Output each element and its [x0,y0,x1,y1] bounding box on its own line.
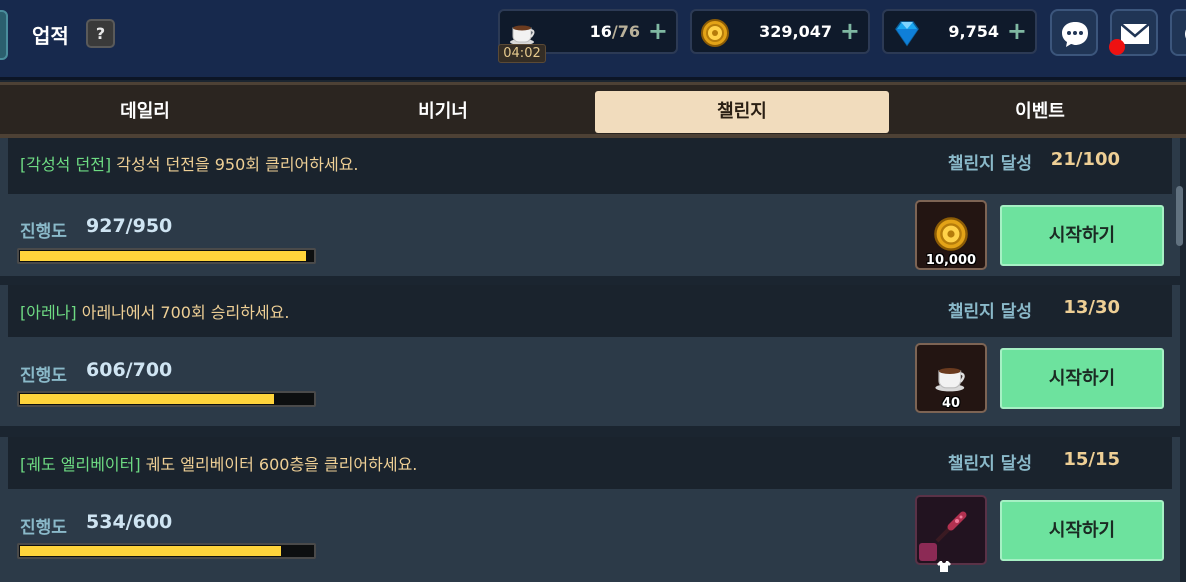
start-button[interactable]: 시작하기 [1000,205,1164,266]
progress-label: 진행도 [20,366,67,386]
list-scrollbar[interactable] [1176,186,1183,246]
progress-fill [20,394,274,404]
progress-label: 진행도 [20,518,67,538]
achievement-count: 21/100 [1050,149,1120,170]
add-gold-button[interactable]: + [840,17,860,45]
achievement-label: 챌린지 달성 [947,454,1032,474]
progress-label: 진행도 [20,222,67,242]
add-stamina-button[interactable]: + [648,17,668,45]
reward-slot[interactable] [915,495,987,572]
tab-beginner[interactable]: 비기너 [297,91,589,133]
progress-bar [17,391,316,407]
progress-fill [20,546,281,556]
gem-counter: 9,754 + [882,9,1037,54]
tab-event[interactable]: 이벤트 [893,91,1186,133]
weapon-club-icon [935,511,967,543]
category-tabs: 데일리 비기너 챌린지 이벤트 [0,82,1186,138]
stamina-timer: 04:02 [498,44,546,63]
achievement-label: 챌린지 달성 [947,302,1032,322]
chat-bubble-icon [1062,22,1088,47]
help-button[interactable]: ? [86,19,115,48]
diamond-icon [895,21,919,47]
tab-daily[interactable]: 데일리 [0,91,290,133]
gold-value: 329,047 [759,22,832,41]
achievement-card: [아레나] 아레나에서 700회 승리하세요. 챌린지 달성 13/30 진행도… [0,282,1180,426]
quest-description: [아레나] 아레나에서 700회 승리하세요. [20,303,290,322]
progress-value: 534/600 [86,511,173,533]
page-title: 업적 [32,24,69,48]
progress-bar [17,248,316,264]
costume-badge-icon [919,543,951,572]
settings-gear-icon [1185,29,1186,39]
achievement-card: [궤도 엘리베이터] 궤도 엘리베이터 600층을 클리어하세요. 챌린지 달성… [0,434,1180,582]
coffee-cup-icon [935,368,965,392]
card-header: [궤도 엘리베이터] 궤도 엘리베이터 600층을 클리어하세요. 챌린지 달성… [8,437,1172,489]
reward-slot[interactable]: 10,000 [915,200,987,270]
achievement-list[interactable]: [각성석 던전] 각성석 던전을 950회 클리어하세요. 챌린지 달성 21/… [0,138,1186,582]
add-gem-button[interactable]: + [1007,17,1027,45]
top-bar: 업적 ? 16/76 + 04:02 329,047 + 9,754 + [0,0,1186,80]
card-header: [아레나] 아레나에서 700회 승리하세요. 챌린지 달성 13/30 [8,285,1172,337]
chat-button[interactable] [1050,9,1098,56]
reward-count: 10,000 [925,253,977,268]
back-button[interactable] [0,10,8,60]
quest-description: [궤도 엘리베이터] 궤도 엘리베이터 600층을 클리어하세요. [20,455,418,474]
achievement-count: 13/30 [1063,297,1120,318]
start-button[interactable]: 시작하기 [1000,500,1164,561]
gold-counter: 329,047 + [690,9,870,54]
progress-bar [17,543,316,559]
settings-button[interactable] [1170,9,1186,56]
start-button[interactable]: 시작하기 [1000,348,1164,409]
stamina-value: 16/76 [589,22,640,41]
card-header: [각성석 던전] 각성석 던전을 950회 클리어하세요. 챌린지 달성 21/… [8,138,1172,194]
progress-value: 606/700 [86,359,173,381]
tab-challenge[interactable]: 챌린지 [595,91,889,133]
reward-count: 40 [941,396,961,411]
achievement-count: 15/15 [1063,449,1120,470]
achievement-screen: 업적 ? 16/76 + 04:02 329,047 + 9,754 + 데일리… [0,0,1186,582]
reward-slot[interactable]: 40 [915,343,987,413]
mail-notification-dot [1109,39,1125,55]
quest-description: [각성석 던전] 각성석 던전을 950회 클리어하세요. [20,155,359,174]
gold-coin-icon [701,19,729,47]
achievement-label: 챌린지 달성 [947,154,1032,174]
progress-value: 927/950 [86,215,173,237]
gold-coin-icon [934,217,968,251]
progress-fill [20,251,306,261]
gem-value: 9,754 [948,22,999,41]
achievement-card: [각성석 던전] 각성석 던전을 950회 클리어하세요. 챌린지 달성 21/… [0,138,1180,276]
